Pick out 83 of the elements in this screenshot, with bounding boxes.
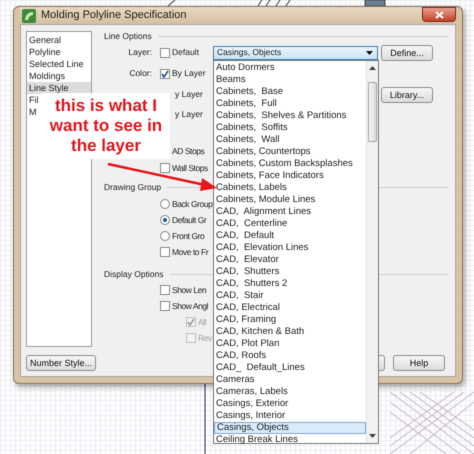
app-icon xyxy=(22,8,36,22)
radio-button[interactable] xyxy=(160,231,170,241)
checkbox[interactable] xyxy=(160,68,170,78)
list-item[interactable]: Cabinets, Base xyxy=(214,86,366,98)
radio-button[interactable] xyxy=(160,215,170,225)
list-item[interactable]: Ceiling Break Lines xyxy=(214,434,366,446)
checkbox-label: By Layer xyxy=(172,67,206,80)
help-button[interactable]: Help xyxy=(393,355,445,371)
list-item[interactable]: Cabinets, Wall xyxy=(214,134,366,146)
checkbox-label: Wall Stops xyxy=(172,162,208,174)
sidebar-item[interactable]: Fil xyxy=(27,94,40,106)
list-item[interactable]: Cabinets, Soffits xyxy=(214,122,366,134)
group-title: Drawing Group xyxy=(104,180,162,194)
list-item[interactable]: Cabinets, Countertops xyxy=(214,146,366,158)
window-title: Molding Polyline Specification xyxy=(41,8,187,24)
define-button[interactable]: Define... xyxy=(381,44,433,60)
checkbox-label: All xyxy=(198,316,206,328)
list-item[interactable]: Cameras, Labels xyxy=(214,386,366,398)
list-item[interactable]: Cabinets, Module Lines xyxy=(214,194,366,206)
list-item[interactable]: Cameras xyxy=(214,374,366,386)
number-style-button[interactable]: Number Style... xyxy=(26,355,96,371)
list-item[interactable]: Beams xyxy=(214,74,366,86)
list-item[interactable]: Auto Dormers xyxy=(214,62,366,74)
list-item[interactable]: CAD, Roofs xyxy=(214,350,366,362)
list-item[interactable]: Cabinets, Labels xyxy=(214,182,366,194)
sidebar-item[interactable]: Selected Line xyxy=(27,58,86,70)
list-item[interactable]: Cabinets, Custom Backsplashes xyxy=(214,158,366,170)
radio-label: Back Group xyxy=(172,198,212,210)
list-item[interactable]: CAD, Plot Plan xyxy=(214,338,366,350)
checkbox-label: AD Stops xyxy=(172,144,204,158)
checkbox-label: Move to Fr xyxy=(172,246,208,258)
radio-label: Front Gro xyxy=(172,230,204,242)
group-title: Display Options xyxy=(104,268,164,280)
close-button[interactable] xyxy=(422,7,456,22)
list-item[interactable]: CAD, Stair xyxy=(214,290,366,302)
scroll-thumb[interactable] xyxy=(368,82,377,142)
checkbox[interactable] xyxy=(160,285,170,295)
list-item[interactable]: CAD, Alignment Lines xyxy=(214,206,366,218)
list-item[interactable]: CAD_ Default_Lines xyxy=(214,362,366,374)
field-label: Layer: xyxy=(127,46,152,59)
annotation-text: this is what I want to see in the layer xyxy=(42,93,170,159)
radio-button[interactable] xyxy=(160,199,170,209)
list-item[interactable]: Casings, Objects xyxy=(214,422,366,434)
sidebar-item[interactable]: M xyxy=(27,106,38,118)
radio-label: Default Gr xyxy=(172,214,206,226)
checkbox[interactable] xyxy=(160,301,170,311)
sidebar-item[interactable]: Polyline xyxy=(27,46,63,58)
sidebar-item[interactable]: Moldings xyxy=(27,70,68,82)
sidebar-item[interactable]: General xyxy=(27,34,64,46)
list-item[interactable]: CAD, Shutters 2 xyxy=(214,278,366,290)
list-item[interactable]: Cabinets, Face Indicators xyxy=(214,170,366,182)
list-item[interactable]: CAD, Elevator xyxy=(214,254,366,266)
checkbox[interactable] xyxy=(160,48,170,58)
checkbox-label: y Layer xyxy=(175,108,203,121)
checkbox[interactable] xyxy=(160,163,170,173)
list-item[interactable]: CAD, Shutters xyxy=(214,266,366,278)
selected-value: Casings, Objects xyxy=(217,46,282,59)
list-item[interactable]: CAD, Centerline xyxy=(214,218,366,230)
checkbox-label: Show Angl xyxy=(172,300,208,312)
scrollbar[interactable] xyxy=(366,60,378,442)
cad-line xyxy=(204,384,206,454)
checkbox-label: Rev xyxy=(198,332,212,344)
scroll-down-icon[interactable] xyxy=(369,434,376,438)
sidebar-item[interactable]: Line Style xyxy=(27,82,91,94)
checkbox-label: y Layer xyxy=(175,88,203,101)
list-item[interactable]: CAD, Elevation Lines xyxy=(214,242,366,254)
checkbox[interactable] xyxy=(160,247,170,257)
dropdown-arrow-icon xyxy=(366,50,373,55)
list-item[interactable]: CAD, Kitchen & Bath xyxy=(214,326,366,338)
list-item[interactable]: Casings, Exterior xyxy=(214,398,366,410)
list-item[interactable]: Casings, Interior xyxy=(214,410,366,422)
list-item[interactable]: CAD, Framing xyxy=(214,314,366,326)
list-item[interactable]: CAD, Electrical xyxy=(214,302,366,314)
library-button[interactable]: Library... xyxy=(381,86,433,102)
group-title: Line Options xyxy=(104,30,152,42)
list-item[interactable]: Cabinets, Shelves & Partitions xyxy=(214,110,366,122)
close-icon xyxy=(434,10,444,18)
checkbox-label: Show Len xyxy=(172,284,206,296)
list-item[interactable]: CAD, Default xyxy=(214,230,366,242)
checkbox-label: Default xyxy=(172,46,199,59)
field-label: Color: xyxy=(128,67,152,80)
list-item[interactable]: Cabinets, Full xyxy=(214,98,366,110)
scroll-up-icon[interactable] xyxy=(369,66,376,70)
